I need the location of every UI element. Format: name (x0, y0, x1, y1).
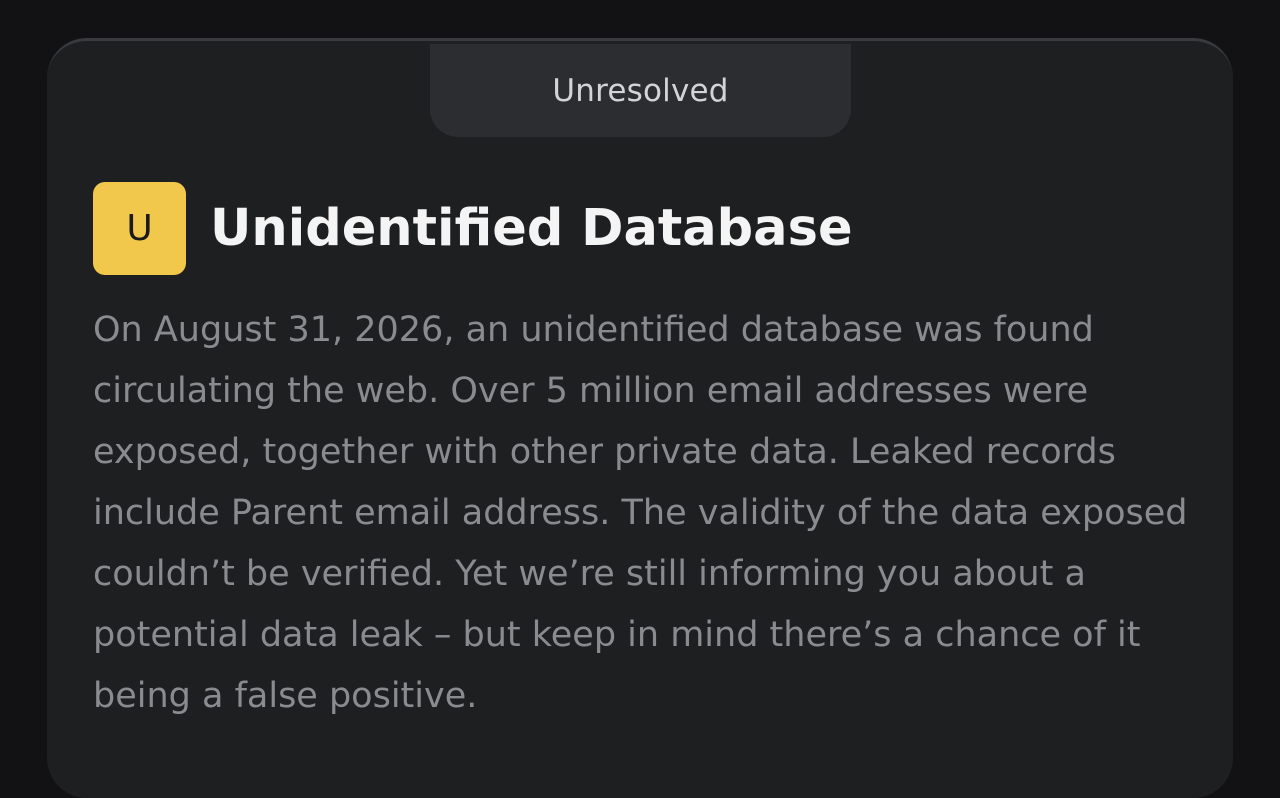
source-avatar: U (93, 182, 186, 275)
status-label: Unresolved (552, 72, 729, 109)
breach-card: Unresolved U Unidentified Database On Au… (47, 38, 1233, 798)
status-badge: Unresolved (430, 44, 851, 137)
breach-title: Unidentified Database (210, 199, 853, 258)
breach-description: On August 31, 2026, an unidentified data… (93, 310, 1188, 716)
avatar-letter: U (126, 208, 153, 249)
